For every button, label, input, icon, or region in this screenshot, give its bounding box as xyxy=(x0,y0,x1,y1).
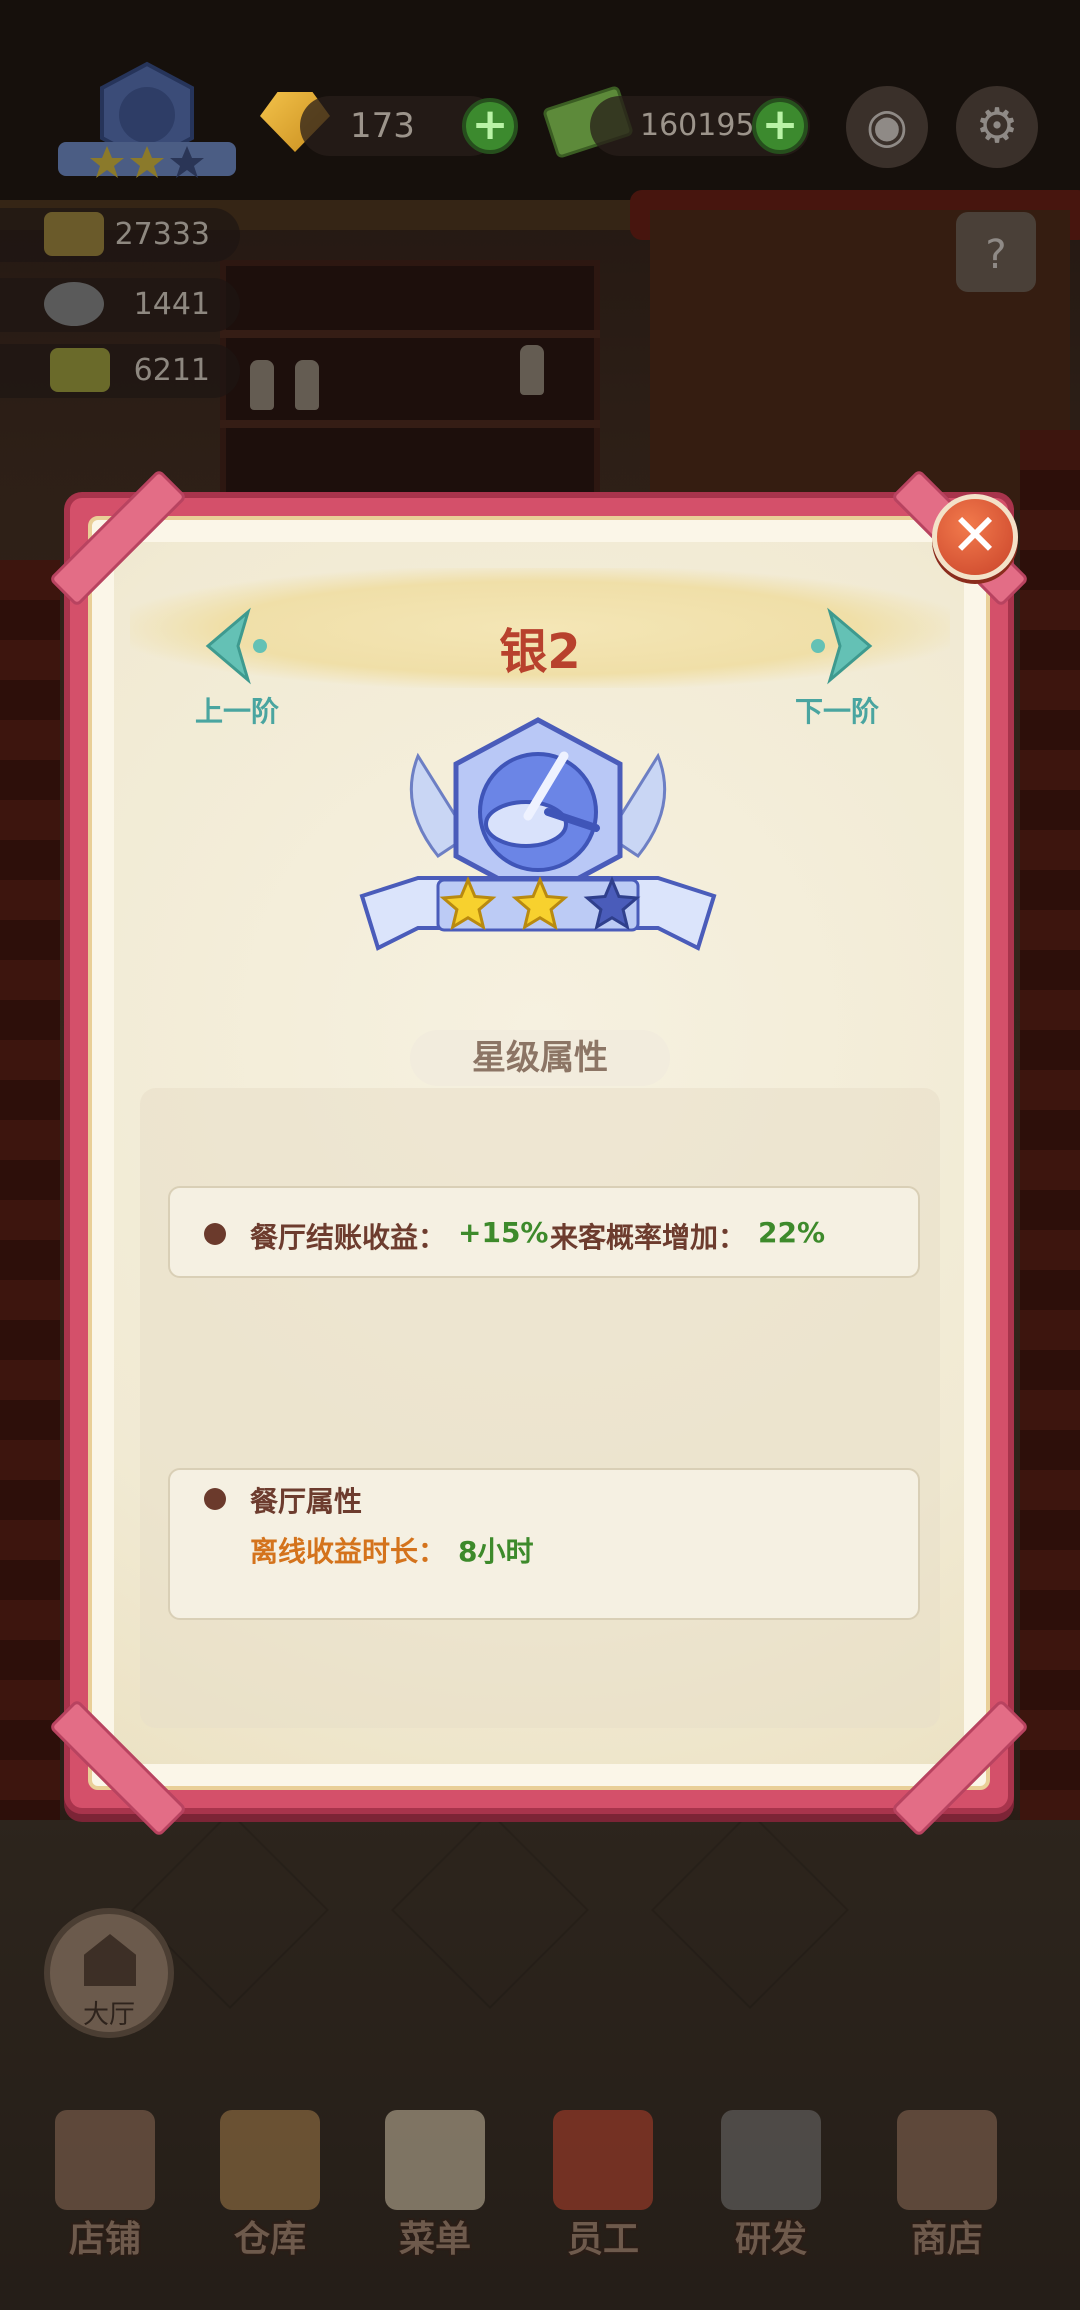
stars-row xyxy=(439,876,641,931)
close-icon: ✕ xyxy=(950,501,1000,569)
nav-shop[interactable]: 店铺 xyxy=(40,2110,170,2280)
nav-label: 仓库 xyxy=(233,2219,306,2260)
next-rank-button[interactable] xyxy=(808,606,878,686)
add-gems-button[interactable]: + xyxy=(462,98,518,154)
camera-button[interactable]: ◉ xyxy=(846,86,928,168)
checkout-income-value: +15% xyxy=(458,1216,549,1249)
customers-count: 27333 xyxy=(114,217,210,252)
nav-store[interactable]: 商店 xyxy=(882,2110,1012,2280)
camera-icon: ◉ xyxy=(866,98,908,154)
ticket-icon xyxy=(50,348,110,392)
offline-income-value: 8小时 xyxy=(458,1535,534,1568)
next-rank-label[interactable]: 下一阶 xyxy=(795,690,879,730)
dishes-stat: 1441 xyxy=(0,278,240,332)
chef-hat-icon xyxy=(44,212,104,256)
staff-icon xyxy=(553,2110,653,2210)
star-empty-icon xyxy=(583,876,641,931)
warehouse-icon xyxy=(220,2110,320,2210)
rank-stars xyxy=(432,876,652,932)
store-icon xyxy=(897,2110,997,2210)
rank-title: 银2 xyxy=(499,624,581,680)
house-icon xyxy=(84,1934,136,1986)
rank-badge[interactable] xyxy=(52,60,242,190)
prev-rank-label[interactable]: 上一阶 xyxy=(195,690,279,730)
nav-label: 菜单 xyxy=(398,2219,471,2260)
bullet-dot xyxy=(204,1223,226,1245)
tickets-stat: 6211 xyxy=(0,344,240,398)
cloche-icon xyxy=(44,282,104,326)
restaurant-attribute-card: 餐厅属性 离线收益时长： 8小时 xyxy=(168,1468,920,1620)
rank-badge-icon xyxy=(58,61,236,178)
gear-icon: ⚙ xyxy=(975,98,1019,154)
star-filled-icon xyxy=(439,876,497,931)
prev-rank-button[interactable] xyxy=(200,606,270,686)
ribbon-corner xyxy=(918,1718,1018,1818)
bullet-dot xyxy=(204,1488,226,1510)
restaurant-attributes-title: 餐厅属性 xyxy=(250,1485,363,1518)
nav-research-pot[interactable]: 研发 xyxy=(706,2110,836,2280)
attributes-panel xyxy=(140,1088,940,1728)
checkout-income-label: 餐厅结账收益： xyxy=(250,1221,447,1254)
nav-label: 店铺 xyxy=(68,2219,141,2260)
research-pot-icon xyxy=(721,2110,821,2210)
star-attributes-title: 星级属性 xyxy=(410,1030,670,1086)
visitor-chance-label: 来客概率增加： xyxy=(550,1221,747,1254)
customers-stat: 27333 xyxy=(0,208,240,262)
gem-count: 173 xyxy=(350,106,415,146)
nav-label: 研发 xyxy=(734,2219,807,2260)
nav-menu-clipboard[interactable]: 菜单 xyxy=(370,2110,500,2280)
shop-icon xyxy=(55,2110,155,2210)
nav-label: 员工 xyxy=(566,2219,639,2260)
star-attribute-card: 餐厅结账收益： +15% 来客概率增加： 22% xyxy=(168,1186,920,1278)
nav-warehouse[interactable]: 仓库 xyxy=(205,2110,335,2280)
add-cash-button[interactable]: + xyxy=(752,98,808,154)
settings-button[interactable]: ⚙ xyxy=(956,86,1038,168)
offline-income-label: 离线收益时长： xyxy=(250,1535,447,1568)
dishes-count: 1441 xyxy=(133,287,210,322)
hall-label: 大厅 xyxy=(82,2000,135,2030)
visitor-chance-value: 22% xyxy=(758,1216,826,1249)
guide-book-icon: ? xyxy=(985,232,1007,278)
nav-staff[interactable]: 员工 xyxy=(538,2110,668,2280)
ribbon-corner xyxy=(60,1718,160,1818)
menu-clipboard-icon xyxy=(385,2110,485,2210)
star-filled-icon xyxy=(511,876,569,931)
guide-button[interactable]: ? xyxy=(956,212,1036,292)
tickets-count: 6211 xyxy=(133,353,210,388)
hall-button[interactable]: 大厅 xyxy=(44,1908,174,2038)
nav-label: 商店 xyxy=(910,2219,983,2260)
